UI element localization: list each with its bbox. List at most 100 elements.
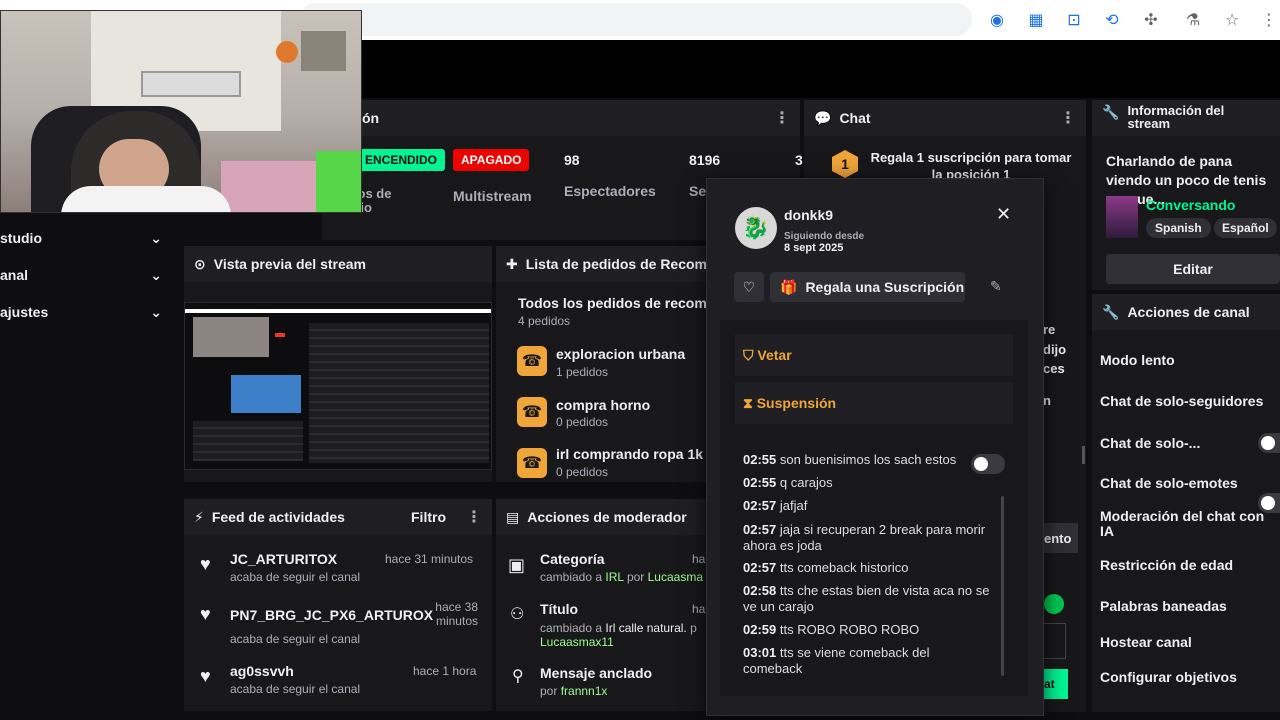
followers-only-action[interactable]: Chat de solo-seguidores <box>1100 393 1263 409</box>
extensions-icon[interactable]: ✣ <box>1140 9 1162 31</box>
stream-preview-video[interactable] <box>184 302 492 470</box>
chat-message: 02:55 son buenisimos los sach estos <box>743 452 957 467</box>
following-date: 8 sept 2025 <box>784 242 844 254</box>
timeout-label: ⧗ Suspensión <box>743 395 837 411</box>
extra-stat-value: 3 <box>795 152 803 168</box>
menu-icon[interactable]: ⋮ <box>1258 9 1280 31</box>
panel-resize-handle[interactable] <box>1082 446 1085 464</box>
broadcast-icon[interactable]: ◉ <box>986 9 1008 31</box>
chat-message: 02:58 tts che estas bien de vista aca no… <box>743 583 990 614</box>
age-restriction-action[interactable]: Restricción de edad <box>1100 557 1233 573</box>
channel-actions-header: 🔧 Acciones de canal <box>1092 294 1280 330</box>
activity-user[interactable]: PN7_BRG_JC_PX6_ARTUROX <box>230 607 433 623</box>
more-options-icon[interactable]: ⋮ <box>466 507 482 527</box>
mod-action-title: Mensaje anclado <box>540 665 653 681</box>
heart-icon: ♥ <box>200 554 211 574</box>
more-options-icon[interactable]: ⋮ <box>1060 108 1076 128</box>
follow-heart-button[interactable]: ♡ <box>734 272 764 302</box>
request-name[interactable]: compra horno <box>556 397 650 413</box>
activity-user[interactable]: ag0ssvvh <box>230 663 294 679</box>
request-icon: ☎ <box>517 448 547 478</box>
puzzle-icon: ✚ <box>506 255 518 272</box>
panel-title: Feed de actividades <box>211 509 345 525</box>
tag-chip[interactable]: Spanish <box>1146 218 1211 238</box>
chat-behind-text: re <box>1043 322 1056 337</box>
chat-input-edge[interactable] <box>1044 623 1066 659</box>
chat-message: 02:55 q carajos <box>743 475 833 490</box>
timeout-toggle[interactable] <box>971 454 1005 474</box>
gift-icon: 🎁 <box>780 278 798 295</box>
messages-scrollbar[interactable] <box>1001 496 1004 676</box>
user-avatar: 🐉 <box>735 207 777 249</box>
username[interactable]: donkk9 <box>784 207 833 223</box>
multistream-label: Multistream <box>453 188 532 204</box>
gift-sub-label: Regala una Suscripción <box>805 279 965 295</box>
chevron-down-icon: ⌄ <box>150 266 162 283</box>
bookmark-star-icon[interactable]: ☆ <box>1221 9 1243 31</box>
filter-button[interactable]: Filtro <box>411 509 446 525</box>
pin-user-icon[interactable]: ✎ <box>990 278 1002 295</box>
screenshot-icon[interactable]: ▦ <box>1025 9 1047 31</box>
mod-action-time: ha <box>692 602 706 616</box>
mod-action-detail: cambiado a IRL por Lucaasma <box>540 570 703 584</box>
address-bar[interactable] <box>300 3 972 36</box>
host-channel-action[interactable]: Hostear canal <box>1100 634 1192 650</box>
webcam-overlay <box>0 10 362 213</box>
heart-icon: ♥ <box>200 666 211 686</box>
banned-words-action[interactable]: Palabras baneadas <box>1100 598 1227 614</box>
chat-behind-text: n <box>1043 393 1051 408</box>
followers-count: 8196 <box>689 152 721 168</box>
more-options-icon[interactable]: ⋮ <box>774 108 790 128</box>
chevron-down-icon: ⌄ <box>150 303 162 320</box>
lightning-icon: ⚡ <box>194 508 204 525</box>
document-icon: ▤ <box>506 508 520 525</box>
mod-action-title: Categoría <box>540 551 605 567</box>
activity-action: acaba de seguir el canal <box>230 570 361 584</box>
nav-item-label: ajustes <box>0 304 49 320</box>
subs-only-action[interactable]: Chat de solo-... <box>1100 435 1200 451</box>
requests-all-count: 4 pedidos <box>518 314 571 328</box>
chat-send-button[interactable]: at <box>1044 669 1068 699</box>
shield-icon: ⛉ <box>743 347 754 363</box>
goals-action[interactable]: Configurar objetivos <box>1100 669 1237 685</box>
ai-moderation-action[interactable]: Moderación del chat con IA <box>1100 509 1270 539</box>
category-name[interactable]: Conversando <box>1146 197 1235 213</box>
edit-button[interactable]: Editar <box>1106 254 1280 284</box>
session-panel-header: ón ⋮ <box>322 100 800 136</box>
chat-behind-button[interactable]: ento <box>1044 523 1078 553</box>
chat-message: 02:57 jaja si recuperan 2 break para mor… <box>743 522 986 553</box>
chevron-down-icon: ⌄ <box>150 229 162 246</box>
lab-icon[interactable]: ⚗ <box>1182 9 1204 31</box>
slow-mode-action[interactable]: Modo lento <box>1100 352 1175 368</box>
mod-action-time: ha <box>692 552 706 566</box>
emotes-only-action[interactable]: Chat de solo-emotes <box>1100 475 1238 491</box>
mod-actions-header: ▤ Acciones de moderador <box>496 499 706 535</box>
nav-item-ajustes[interactable]: ajustes ⌄ <box>0 294 180 330</box>
target-icon: ⊙ <box>194 255 206 272</box>
tag-chip[interactable]: Español <box>1214 218 1277 238</box>
chat-bubble-icon: 💬 <box>814 109 832 126</box>
sync-icon[interactable]: ⟲ <box>1101 9 1123 31</box>
activity-header: ⚡ Feed de actividades Filtro ⋮ <box>184 499 492 535</box>
activity-user[interactable]: JC_ARTURITOX <box>230 551 337 567</box>
panel-title: Acciones de moderador <box>527 509 687 525</box>
panel-title: ón <box>362 110 380 126</box>
stream-info-header: 🔧 Información del stream <box>1092 100 1280 136</box>
chat-message: 02:59 tts ROBO ROBO ROBO <box>743 622 920 637</box>
nav-item-canal[interactable]: anal ⌄ <box>0 257 180 293</box>
gift-sub-button[interactable]: 🎁 Regala una Suscripción <box>770 272 965 302</box>
emote-icon[interactable] <box>1044 594 1064 614</box>
mod-action-detail: por frannn1x <box>540 684 608 698</box>
request-name[interactable]: irl comprando ropa 1k c <box>556 446 715 462</box>
scan-icon[interactable]: ⊡ <box>1063 9 1085 31</box>
nav-item-studio[interactable]: studio ⌄ <box>0 220 180 256</box>
activity-time: hace 31 minutos <box>385 552 474 566</box>
request-count: 1 pedidos <box>556 365 609 379</box>
subs-only-toggle[interactable] <box>1258 433 1280 453</box>
requests-header: ✚ Lista de pedidos de Recom <box>496 246 707 282</box>
close-icon[interactable]: ✕ <box>996 204 1011 225</box>
request-name[interactable]: exploracion urbana <box>556 346 685 362</box>
heart-icon: ♥ <box>200 604 211 624</box>
activity-time: hace 38 minutos <box>435 600 478 628</box>
following-since-label: Siguiendo desde <box>784 231 865 242</box>
